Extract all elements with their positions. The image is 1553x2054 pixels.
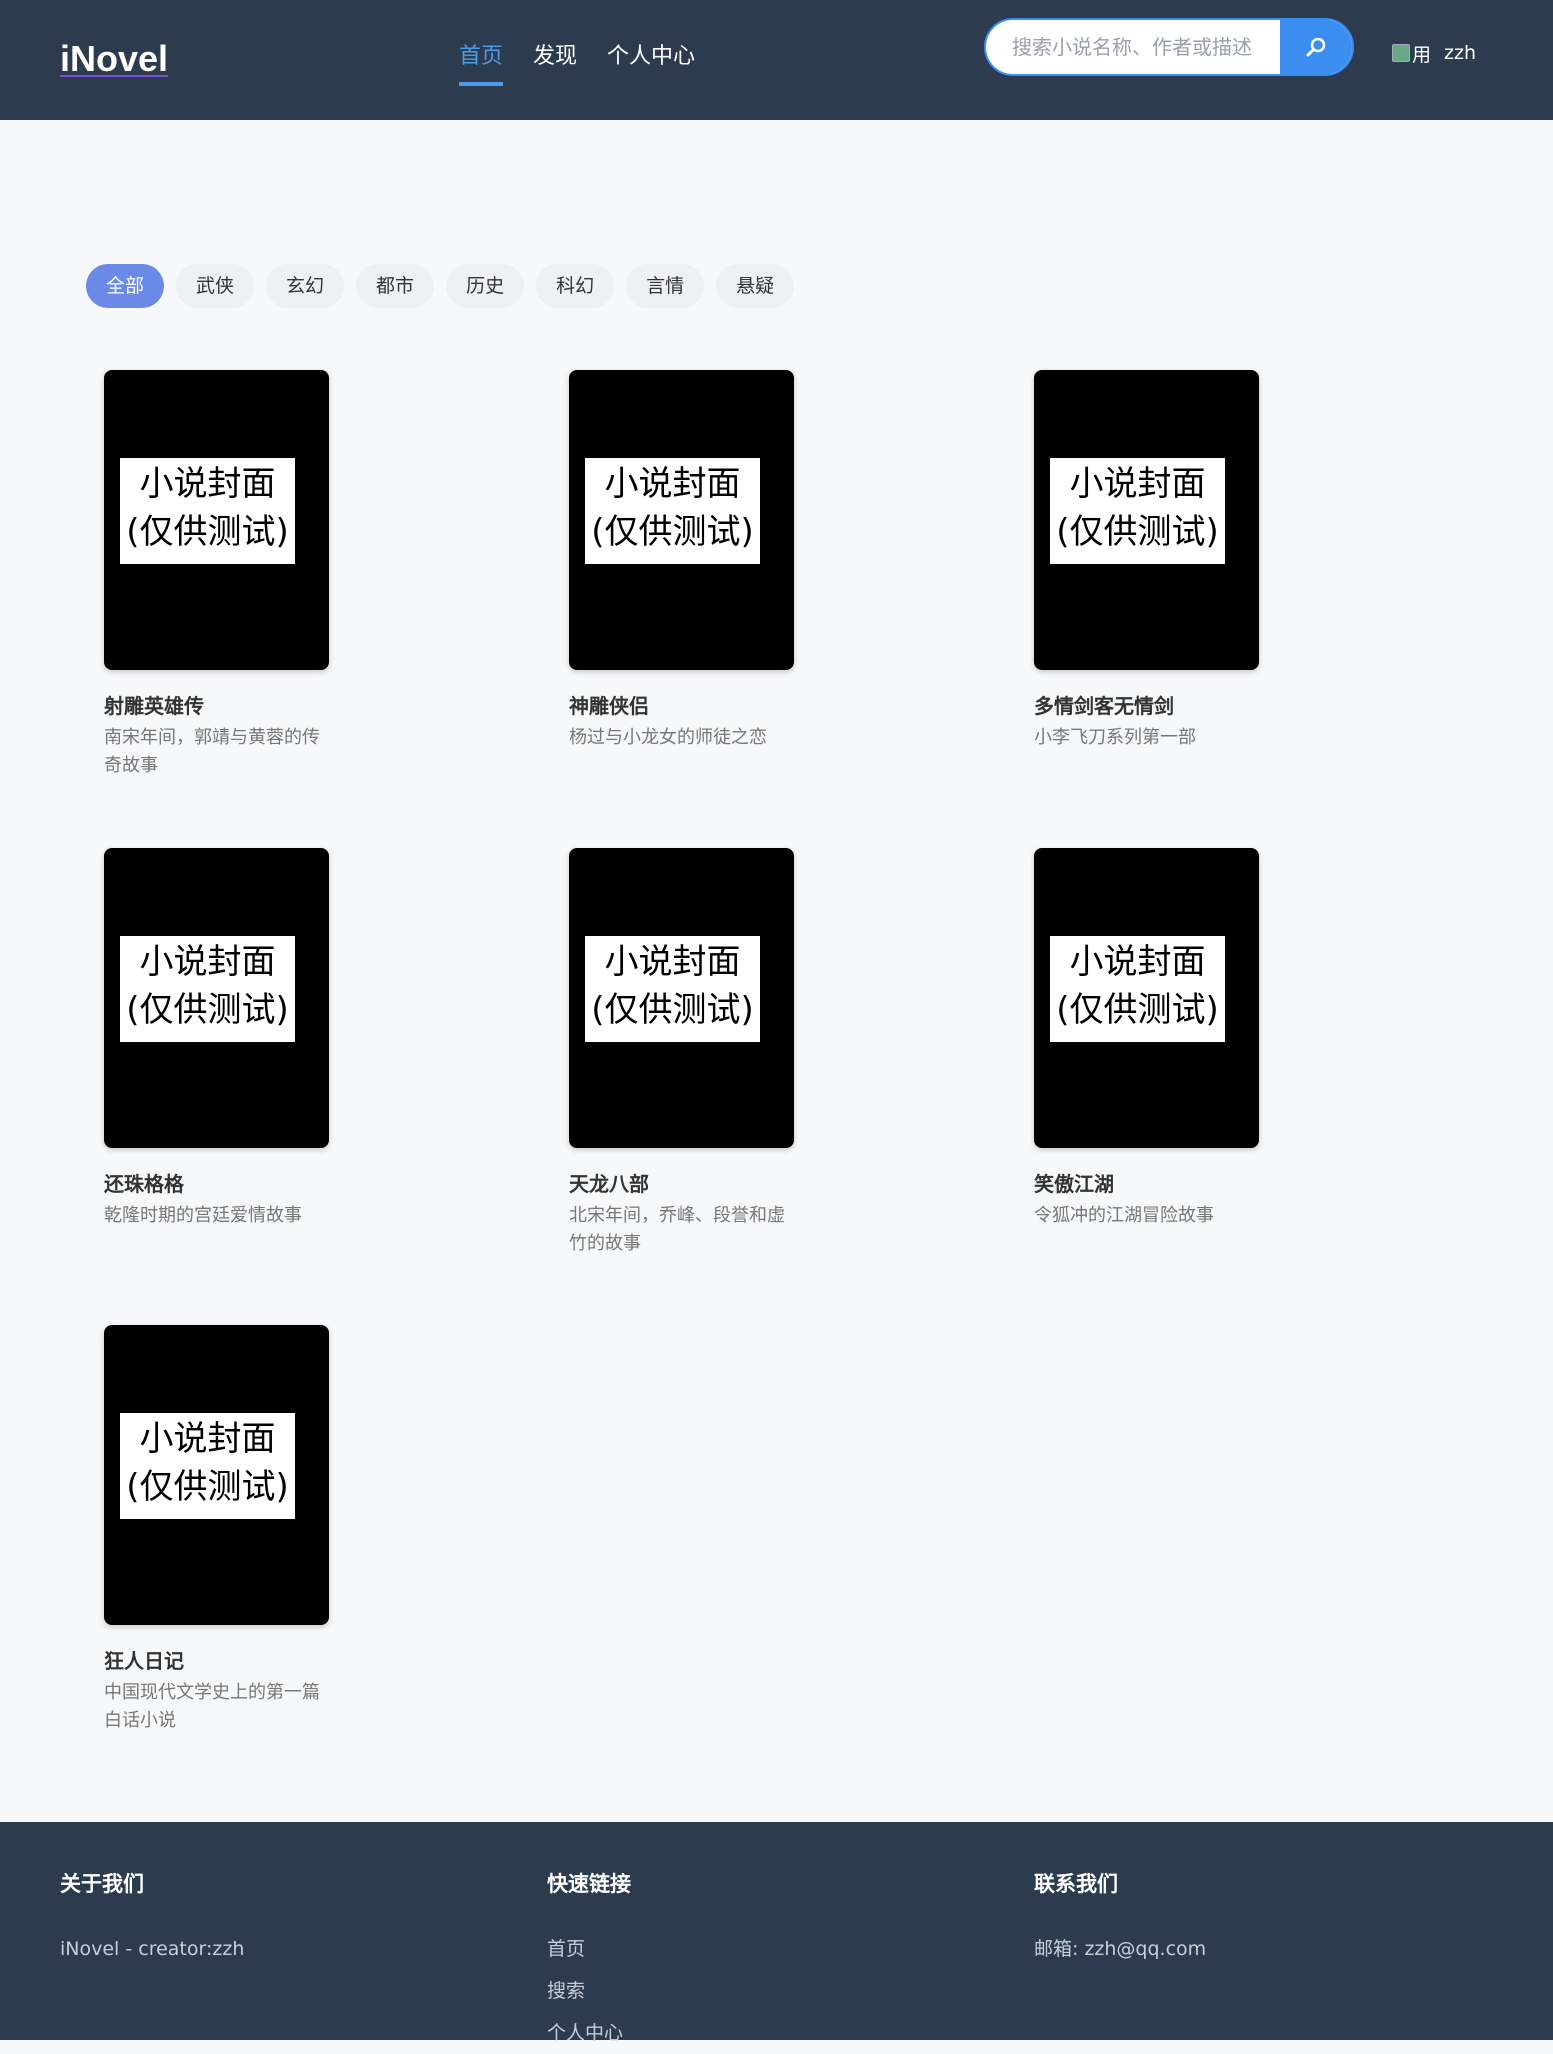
footer-contact: 联系我们 邮箱: zzh@qq.com: [1034, 1868, 1206, 1970]
book-cover[interactable]: 小说封面 (仅供测试): [569, 370, 794, 670]
cover-line-2: (仅供测试): [1056, 990, 1219, 1030]
broken-image-icon: [1392, 44, 1410, 62]
footer-links: 快速链接 首页 搜索 个人中心: [547, 1868, 631, 2054]
search-icon: [1306, 37, 1326, 57]
book-cover[interactable]: 小说封面 (仅供测试): [104, 1325, 329, 1625]
username[interactable]: zzh: [1444, 42, 1476, 64]
book-description: 中国现代文学史上的第一篇白话小说: [104, 1682, 320, 1731]
cover-line-2: (仅供测试): [1056, 512, 1219, 552]
cover-placeholder-text: 小说封面 (仅供测试): [1050, 458, 1225, 564]
book-cover[interactable]: 小说封面 (仅供测试): [1034, 370, 1259, 670]
footer-contact-email: 邮箱: zzh@qq.com: [1034, 1938, 1207, 1960]
filter-xuanhuan[interactable]: 玄幻: [266, 264, 345, 308]
avatar[interactable]: 用: [1392, 40, 1432, 66]
filter-mystery[interactable]: 悬疑: [716, 264, 795, 308]
book-title[interactable]: 狂人日记: [104, 1647, 344, 1675]
cover-placeholder-text: 小说封面 (仅供测试): [585, 458, 760, 564]
book-description: 小李飞刀系列第一部: [1034, 727, 1196, 748]
cover-placeholder-text: 小说封面 (仅供测试): [585, 936, 760, 1042]
cover-line-2: (仅供测试): [591, 990, 754, 1030]
book-cover[interactable]: 小说封面 (仅供测试): [104, 370, 329, 670]
cover-placeholder-text: 小说封面 (仅供测试): [120, 458, 295, 564]
book-title[interactable]: 射雕英雄传: [104, 692, 344, 720]
footer-about-text: iNovel - creator:zzh: [60, 1938, 245, 1960]
book-description: 令狐冲的江湖冒险故事: [1034, 1205, 1214, 1226]
footer-contact-heading: 联系我们: [1034, 1872, 1118, 1896]
search-button[interactable]: [1280, 20, 1352, 74]
filter-romance[interactable]: 言情: [626, 264, 705, 308]
cover-line-1: 小说封面: [604, 464, 741, 504]
book-card[interactable]: 小说封面 (仅供测试) 还珠格格 乾隆时期的宫廷爱情故事: [104, 848, 344, 1230]
filter-history[interactable]: 历史: [446, 264, 525, 308]
avatar-alt-text: 用: [1412, 43, 1432, 66]
cover-placeholder-text: 小说封面 (仅供测试): [120, 1413, 295, 1519]
cover-placeholder-text: 小说封面 (仅供测试): [120, 936, 295, 1042]
book-title[interactable]: 多情剑客无情剑: [1034, 692, 1274, 720]
footer-about: 关于我们 iNovel - creator:zzh: [60, 1868, 244, 1970]
book-description: 杨过与小龙女的师徒之恋: [569, 727, 767, 748]
cover-line-2: (仅供测试): [591, 512, 754, 552]
filter-urban[interactable]: 都市: [356, 264, 435, 308]
site-logo[interactable]: iNovel: [60, 38, 168, 80]
cover-line-2: (仅供测试): [126, 512, 289, 552]
search-box: [984, 18, 1354, 76]
nav-discover[interactable]: 发现: [533, 42, 577, 86]
footer-about-heading: 关于我们: [60, 1872, 144, 1896]
user-menu[interactable]: 用 zzh: [1392, 40, 1476, 66]
book-title[interactable]: 还珠格格: [104, 1170, 344, 1198]
cover-line-1: 小说封面: [139, 942, 276, 982]
book-title[interactable]: 笑傲江湖: [1034, 1170, 1274, 1198]
book-description: 北宋年间，乔峰、段誉和虚竹的故事: [569, 1205, 785, 1254]
book-cover[interactable]: 小说封面 (仅供测试): [1034, 848, 1259, 1148]
cover-line-1: 小说封面: [1069, 942, 1206, 982]
book-title[interactable]: 天龙八部: [569, 1170, 809, 1198]
category-filters: 全部 武侠 玄幻 都市 历史 科幻 言情 悬疑: [86, 264, 806, 308]
footer-link-search[interactable]: 搜索: [547, 1970, 631, 2012]
site-footer: 关于我们 iNovel - creator:zzh 快速链接 首页 搜索 个人中…: [0, 1822, 1553, 2044]
book-cover[interactable]: 小说封面 (仅供测试): [104, 848, 329, 1148]
book-card[interactable]: 小说封面 (仅供测试) 射雕英雄传 南宋年间，郭靖与黄蓉的传奇故事: [104, 370, 344, 780]
cover-line-1: 小说封面: [1069, 464, 1206, 504]
top-header: iNovel 首页 发现 个人中心 用 zzh: [0, 0, 1553, 120]
filter-wuxia[interactable]: 武侠: [176, 264, 255, 308]
book-card[interactable]: 小说封面 (仅供测试) 神雕侠侣 杨过与小龙女的师徒之恋: [569, 370, 809, 752]
cover-line-2: (仅供测试): [126, 990, 289, 1030]
footer-links-heading: 快速链接: [547, 1872, 631, 1896]
filter-scifi[interactable]: 科幻: [536, 264, 615, 308]
book-description: 乾隆时期的宫廷爱情故事: [104, 1205, 302, 1226]
cover-line-1: 小说封面: [139, 1419, 276, 1459]
cover-line-1: 小说封面: [139, 464, 276, 504]
cover-line-2: (仅供测试): [126, 1467, 289, 1507]
filter-all[interactable]: 全部: [86, 264, 165, 308]
cover-line-1: 小说封面: [604, 942, 741, 982]
nav-profile[interactable]: 个人中心: [607, 42, 695, 86]
book-card[interactable]: 小说封面 (仅供测试) 天龙八部 北宋年间，乔峰、段誉和虚竹的故事: [569, 848, 809, 1258]
book-card[interactable]: 小说封面 (仅供测试) 笑傲江湖 令狐冲的江湖冒险故事: [1034, 848, 1274, 1230]
footer-link-profile[interactable]: 个人中心: [547, 2012, 631, 2054]
book-card[interactable]: 小说封面 (仅供测试) 多情剑客无情剑 小李飞刀系列第一部: [1034, 370, 1274, 752]
book-cover[interactable]: 小说封面 (仅供测试): [569, 848, 794, 1148]
book-card[interactable]: 小说封面 (仅供测试) 狂人日记 中国现代文学史上的第一篇白话小说: [104, 1325, 344, 1735]
book-description: 南宋年间，郭靖与黄蓉的传奇故事: [104, 727, 320, 776]
search-input[interactable]: [986, 20, 1281, 74]
main-nav: 首页 发现 个人中心: [459, 42, 725, 86]
nav-home[interactable]: 首页: [459, 42, 504, 86]
footer-link-home[interactable]: 首页: [547, 1928, 631, 1970]
book-title[interactable]: 神雕侠侣: [569, 692, 809, 720]
cover-placeholder-text: 小说封面 (仅供测试): [1050, 936, 1225, 1042]
